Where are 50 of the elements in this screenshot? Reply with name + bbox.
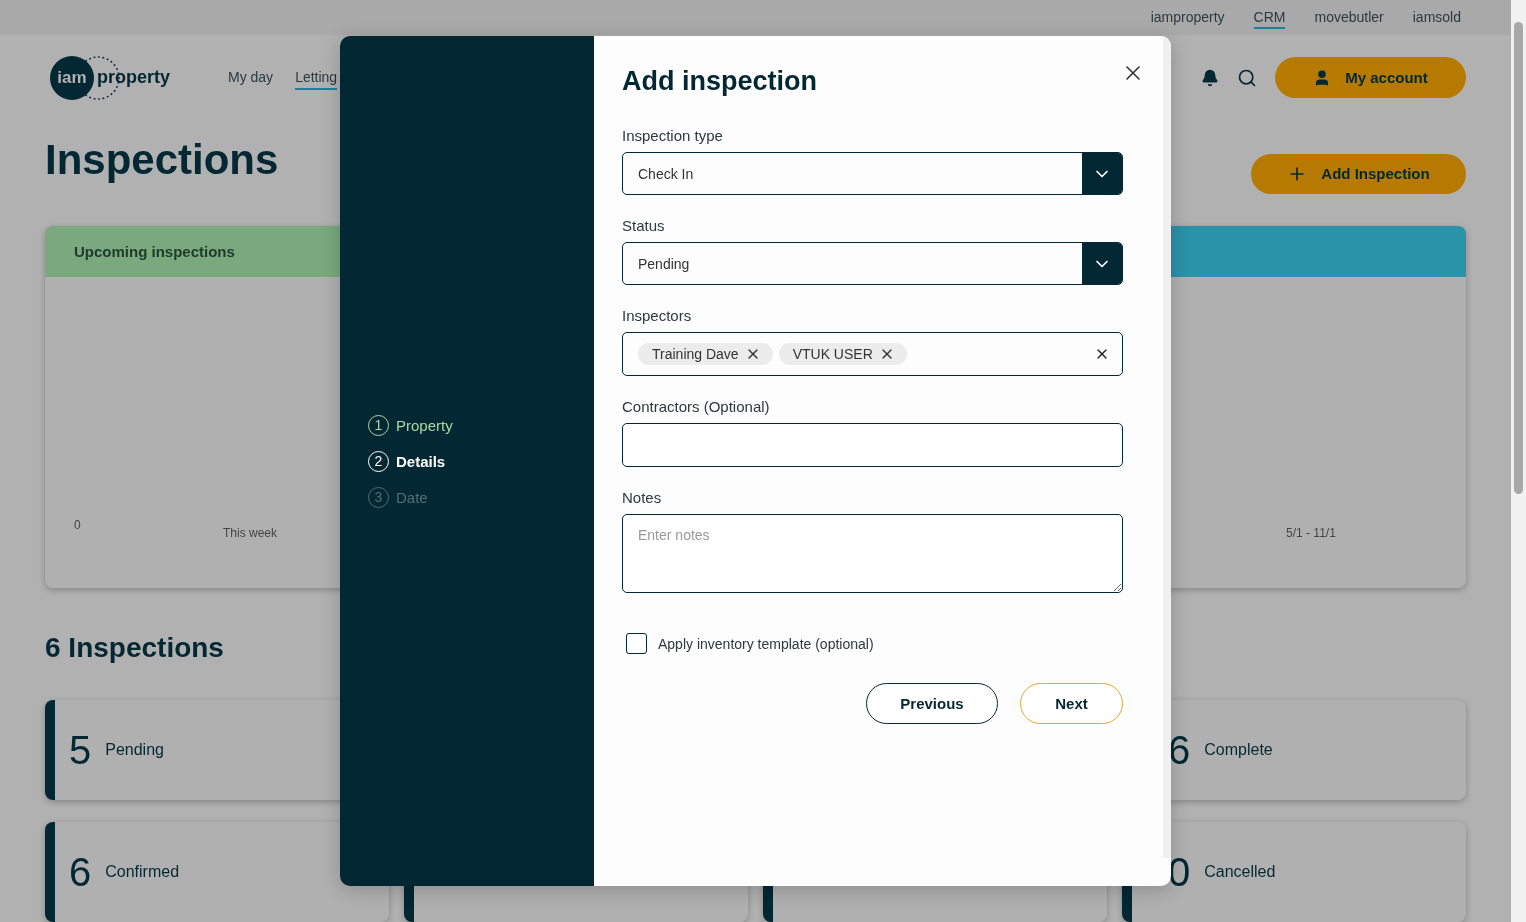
checkbox[interactable] (626, 633, 647, 654)
chevron-down-icon (1082, 153, 1122, 194)
inspector-chip[interactable]: VTUK USER (778, 343, 907, 365)
status-count: 0 (1168, 849, 1191, 895)
field-label: Status (622, 217, 666, 234)
axis-label: 0 (74, 518, 82, 532)
form-button[interactable]: Next (1020, 683, 1123, 724)
status-count: 6 (1168, 727, 1191, 773)
dialog-title: Add inspection (622, 66, 818, 97)
site-link[interactable]: movebutler (1314, 6, 1384, 29)
status-label: Pending (105, 741, 164, 759)
chart-title: Upcoming inspections (74, 243, 235, 260)
bell-icon[interactable] (1201, 68, 1219, 87)
status-count: 6 (69, 849, 92, 895)
select-field[interactable]: Pending (622, 242, 1123, 285)
field-label: Notes (622, 489, 663, 506)
status-count: 5 (69, 727, 92, 773)
checkbox-label: Apply inventory template (optional) (658, 635, 874, 652)
field-label: Inspectors (622, 307, 693, 324)
notes-field[interactable]: Enter notes (622, 514, 1123, 593)
field-label: Inspection type (622, 127, 724, 144)
add-inspection-button[interactable]: Add Inspection (1251, 153, 1466, 194)
site-link[interactable]: CRM (1253, 6, 1286, 29)
section-title: 6 Inspections (45, 632, 224, 664)
search-icon[interactable] (1237, 67, 1257, 88)
scrollbar[interactable] (1511, 0, 1526, 922)
chevron-down-icon (1082, 243, 1122, 284)
status-card[interactable]: 6 Confirmed (45, 822, 389, 922)
status-label: Confirmed (105, 863, 180, 881)
period-label: 5/1 - 11/1 (1286, 526, 1336, 540)
account-button[interactable]: My account (1275, 57, 1466, 98)
field-label: Contractors (Optional) (622, 398, 771, 415)
form-button[interactable]: Previous (866, 683, 998, 724)
status-card[interactable]: 0 Cancelled (1122, 822, 1466, 922)
page-title: Inspections (45, 135, 279, 184)
multi-select-field[interactable]: Training Dave VTUK USER (622, 332, 1123, 376)
status-label: Cancelled (1204, 863, 1276, 881)
site-link[interactable]: iamsold (1412, 6, 1461, 29)
nav-link[interactable]: My day (228, 65, 274, 90)
site-link[interactable]: iamproperty (1150, 6, 1225, 29)
step-label[interactable]: Property (396, 416, 453, 434)
period-label: This week (223, 526, 278, 540)
status-label: Complete (1204, 741, 1273, 759)
select-field[interactable]: Check In (622, 152, 1123, 195)
logo-word: property (97, 67, 170, 88)
inspector-chip[interactable]: Training Dave (638, 343, 773, 365)
step-label[interactable]: Details (396, 452, 446, 470)
logo-mark: iam (50, 55, 94, 100)
nav-link[interactable]: Letting (295, 65, 338, 90)
input-field[interactable] (622, 423, 1123, 467)
